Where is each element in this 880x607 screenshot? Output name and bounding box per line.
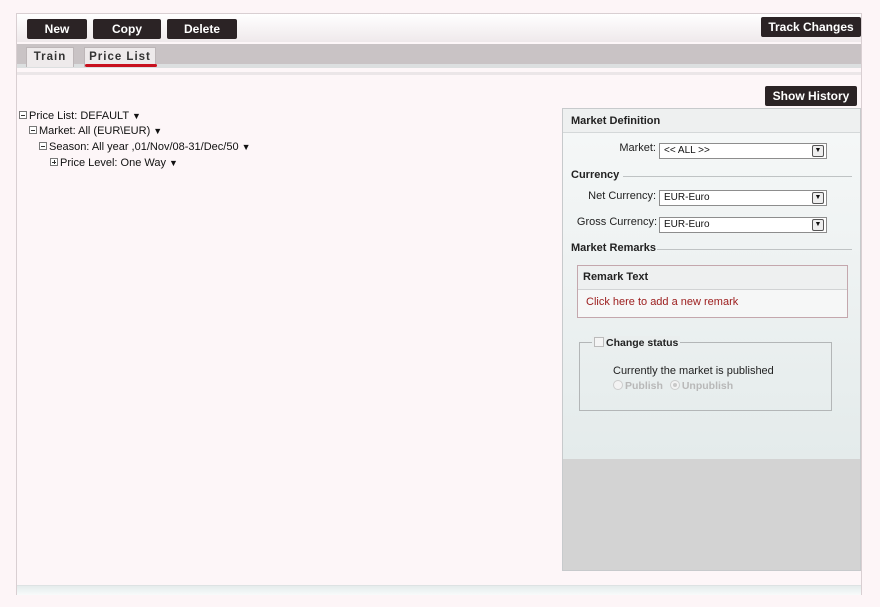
dropdown-caret-icon[interactable]: ▼ (153, 126, 162, 136)
section-divider (657, 249, 852, 250)
change-status-label: Change status (606, 337, 679, 349)
tab-train[interactable]: Train (26, 47, 74, 67)
currency-section-title: Currency (571, 169, 620, 181)
active-tab-indicator (85, 64, 157, 67)
market-select[interactable]: << ALL >> ▼ (659, 143, 827, 159)
collapse-icon[interactable] (19, 111, 27, 119)
dropdown-caret-icon[interactable]: ▼ (132, 111, 141, 121)
market-select-value: << ALL >> (664, 145, 710, 156)
gross-currency-value: EUR-Euro (664, 219, 710, 230)
tree-node-label: Market: All (EUR\EUR) (39, 125, 151, 137)
collapse-icon[interactable] (39, 142, 47, 150)
tree-node-label: Price List: DEFAULT (29, 110, 130, 122)
remark-text-header: Remark Text (578, 266, 847, 290)
main-frame: New Copy Delete Track Changes Train Pric… (16, 13, 862, 595)
publish-radio[interactable] (613, 380, 623, 390)
collapse-icon[interactable] (29, 126, 37, 134)
bottom-bar (17, 585, 861, 595)
tree-node-price-list[interactable]: Price List: DEFAULT ▼ (19, 109, 141, 123)
copy-button[interactable]: Copy (93, 19, 161, 39)
dropdown-caret-icon[interactable]: ▼ (242, 142, 251, 152)
track-changes-button[interactable]: Track Changes (761, 17, 861, 37)
expand-icon[interactable] (50, 158, 58, 166)
remarks-table: Remark Text Click here to add a new rema… (577, 265, 848, 318)
panel-body: Market Definition Market: << ALL >> ▼ Cu… (563, 109, 860, 459)
tree-node-season[interactable]: Season: All year ,01/Nov/08-31/Dec/50 ▼ (39, 140, 250, 154)
market-remarks-section-title: Market Remarks (571, 242, 656, 254)
divider (17, 72, 861, 75)
delete-button[interactable]: Delete (167, 19, 237, 39)
market-definition-panel: Market Definition Market: << ALL >> ▼ Cu… (562, 108, 861, 571)
net-currency-value: EUR-Euro (664, 192, 710, 203)
new-button[interactable]: New (27, 19, 87, 39)
tree-node-market[interactable]: Market: All (EUR\EUR) ▼ (29, 124, 162, 138)
change-status-checkbox[interactable] (594, 337, 604, 347)
unpublish-label: Unpublish (681, 380, 734, 392)
publish-label: Publish (625, 380, 663, 392)
add-remark-link[interactable]: Click here to add a new remark (578, 290, 847, 314)
panel-title: Market Definition (563, 109, 860, 133)
change-status-legend: Change status (592, 336, 681, 350)
section-divider (623, 176, 852, 177)
change-status-fieldset: Change status Currently the market is pu… (579, 336, 832, 411)
unpublish-radio[interactable] (669, 380, 680, 390)
gross-currency-label: Gross Currency: (576, 216, 657, 228)
net-currency-select[interactable]: EUR-Euro ▼ (659, 190, 827, 206)
dropdown-caret-icon[interactable]: ▼ (169, 158, 178, 168)
tree-node-label: Season: All year ,01/Nov/08-31/Dec/50 (49, 141, 239, 153)
net-currency-label: Net Currency: (588, 190, 656, 202)
tree-node-label: Price Level: One Way (60, 157, 166, 169)
tab-bar: Train Price List (17, 44, 861, 68)
chevron-down-icon[interactable]: ▼ (812, 145, 824, 157)
chevron-down-icon[interactable]: ▼ (812, 192, 824, 204)
publish-radio-group: Publish Unpublish (613, 380, 733, 392)
show-history-button[interactable]: Show History (765, 86, 857, 106)
market-label: Market: (619, 142, 656, 154)
toolbar: New Copy Delete Track Changes (17, 14, 861, 42)
status-text: Currently the market is published (613, 365, 774, 377)
gross-currency-select[interactable]: EUR-Euro ▼ (659, 217, 827, 233)
tree-node-price-level[interactable]: Price Level: One Way ▼ (50, 156, 178, 170)
chevron-down-icon[interactable]: ▼ (812, 219, 824, 231)
